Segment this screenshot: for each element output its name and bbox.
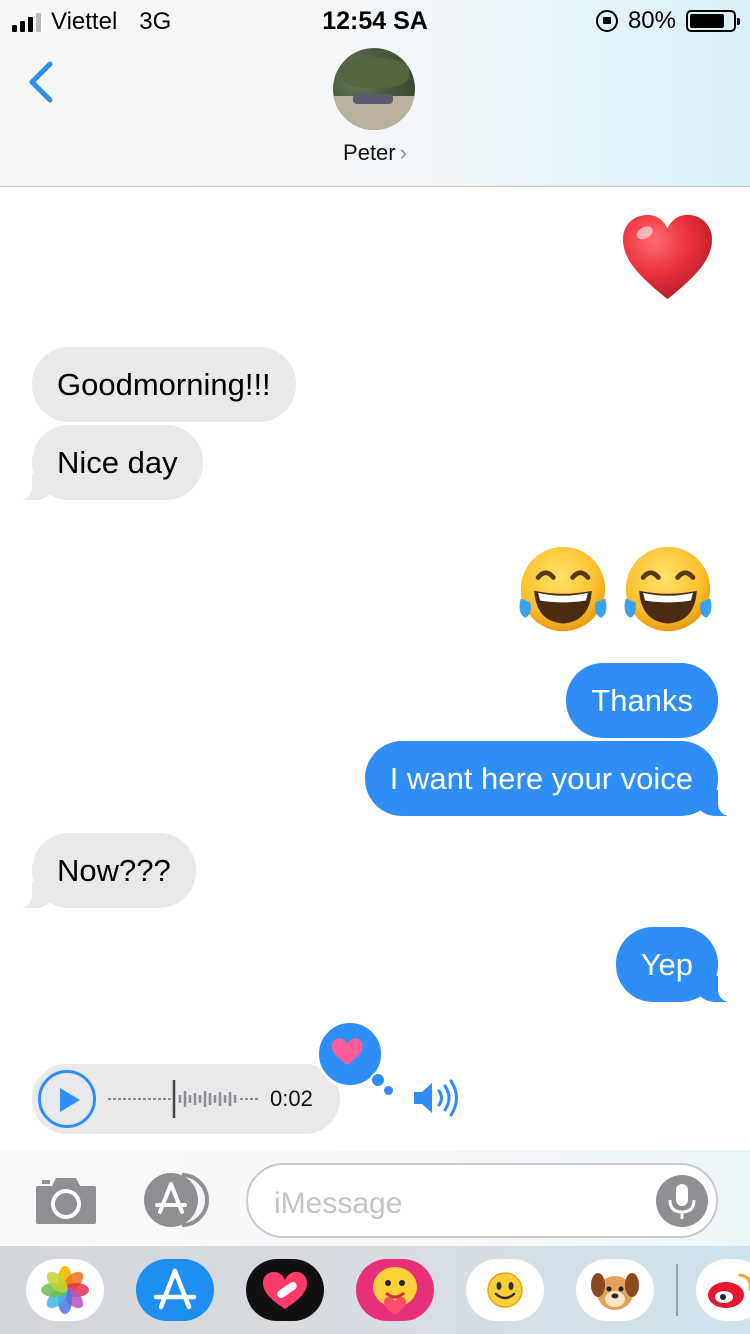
app-store-icon[interactable] — [140, 1172, 212, 1228]
battery-icon — [686, 10, 740, 32]
play-icon[interactable] — [38, 1070, 96, 1128]
contact-name-label: Peter — [343, 140, 396, 165]
back-chevron-icon[interactable] — [24, 60, 64, 104]
photos-app-button[interactable] — [26, 1259, 104, 1321]
message-text: Goodmorning!!! — [57, 367, 271, 402]
message-text: Now??? — [57, 853, 171, 888]
chevron-right-icon: › — [399, 140, 407, 165]
app-drawer-divider — [676, 1264, 678, 1316]
sticker-pack-app-button[interactable] — [356, 1259, 434, 1321]
puppy-sticker-app-button[interactable] — [576, 1259, 654, 1321]
message-input-placeholder: iMessage — [274, 1187, 403, 1220]
message-text: Thanks — [591, 683, 693, 718]
speaker-icon[interactable] — [412, 1078, 468, 1118]
status-bar: Viettel 3G 12:54 SA 80% — [0, 0, 750, 40]
outgoing-message-bubble[interactable]: Yep — [615, 927, 731, 1002]
face-with-tears-of-joy-emoji[interactable] — [515, 543, 611, 635]
photos-icon — [41, 1266, 89, 1314]
sticker-pack-icon — [373, 1267, 417, 1315]
incoming-message-bubble[interactable]: Now??? — [20, 833, 196, 908]
emoji-smiley-icon — [487, 1272, 523, 1308]
message-text: Nice day — [57, 445, 178, 480]
contact-avatar[interactable] — [333, 48, 415, 130]
app-store-icon — [153, 1268, 197, 1310]
imessage-app-drawer — [0, 1246, 750, 1334]
digital-touch-app-button[interactable] — [246, 1259, 324, 1321]
message-text: I want here your voice — [389, 761, 693, 796]
microphone-icon[interactable] — [656, 1175, 708, 1227]
audio-duration: 0:02 — [270, 1086, 313, 1111]
reaction-tail-dot — [384, 1086, 393, 1095]
face-with-tears-of-joy-emoji[interactable] — [620, 543, 716, 635]
message-text: Yep — [640, 947, 693, 982]
weibo-icon — [708, 1273, 750, 1308]
camera-icon[interactable] — [34, 1174, 98, 1226]
message-input-bar: iMessage — [0, 1150, 750, 1246]
battery-percent: 80% — [627, 7, 676, 34]
digital-touch-heart-icon — [263, 1272, 307, 1309]
app-store-app-button[interactable] — [136, 1259, 214, 1321]
emoji-app-button[interactable] — [466, 1259, 544, 1321]
incoming-message-bubble[interactable]: Nice day — [20, 425, 203, 500]
weibo-app-button[interactable] — [696, 1259, 750, 1321]
message-input[interactable]: iMessage — [246, 1163, 718, 1238]
contact-name-button[interactable]: Peter › — [0, 140, 750, 166]
red-heart-emoji[interactable] — [620, 212, 715, 302]
reaction-tail-dot — [370, 1072, 386, 1088]
rotation-lock-icon — [595, 10, 618, 32]
audio-waveform[interactable] — [108, 1078, 258, 1120]
outgoing-message-bubble[interactable]: Thanks — [566, 663, 718, 738]
incoming-message-bubble[interactable]: Goodmorning!!! — [32, 347, 296, 422]
puppy-sticker-icon — [591, 1273, 639, 1310]
audio-message-bubble[interactable]: 0:02 — [32, 1064, 340, 1134]
outgoing-message-bubble[interactable]: I want here your voice — [364, 741, 731, 816]
